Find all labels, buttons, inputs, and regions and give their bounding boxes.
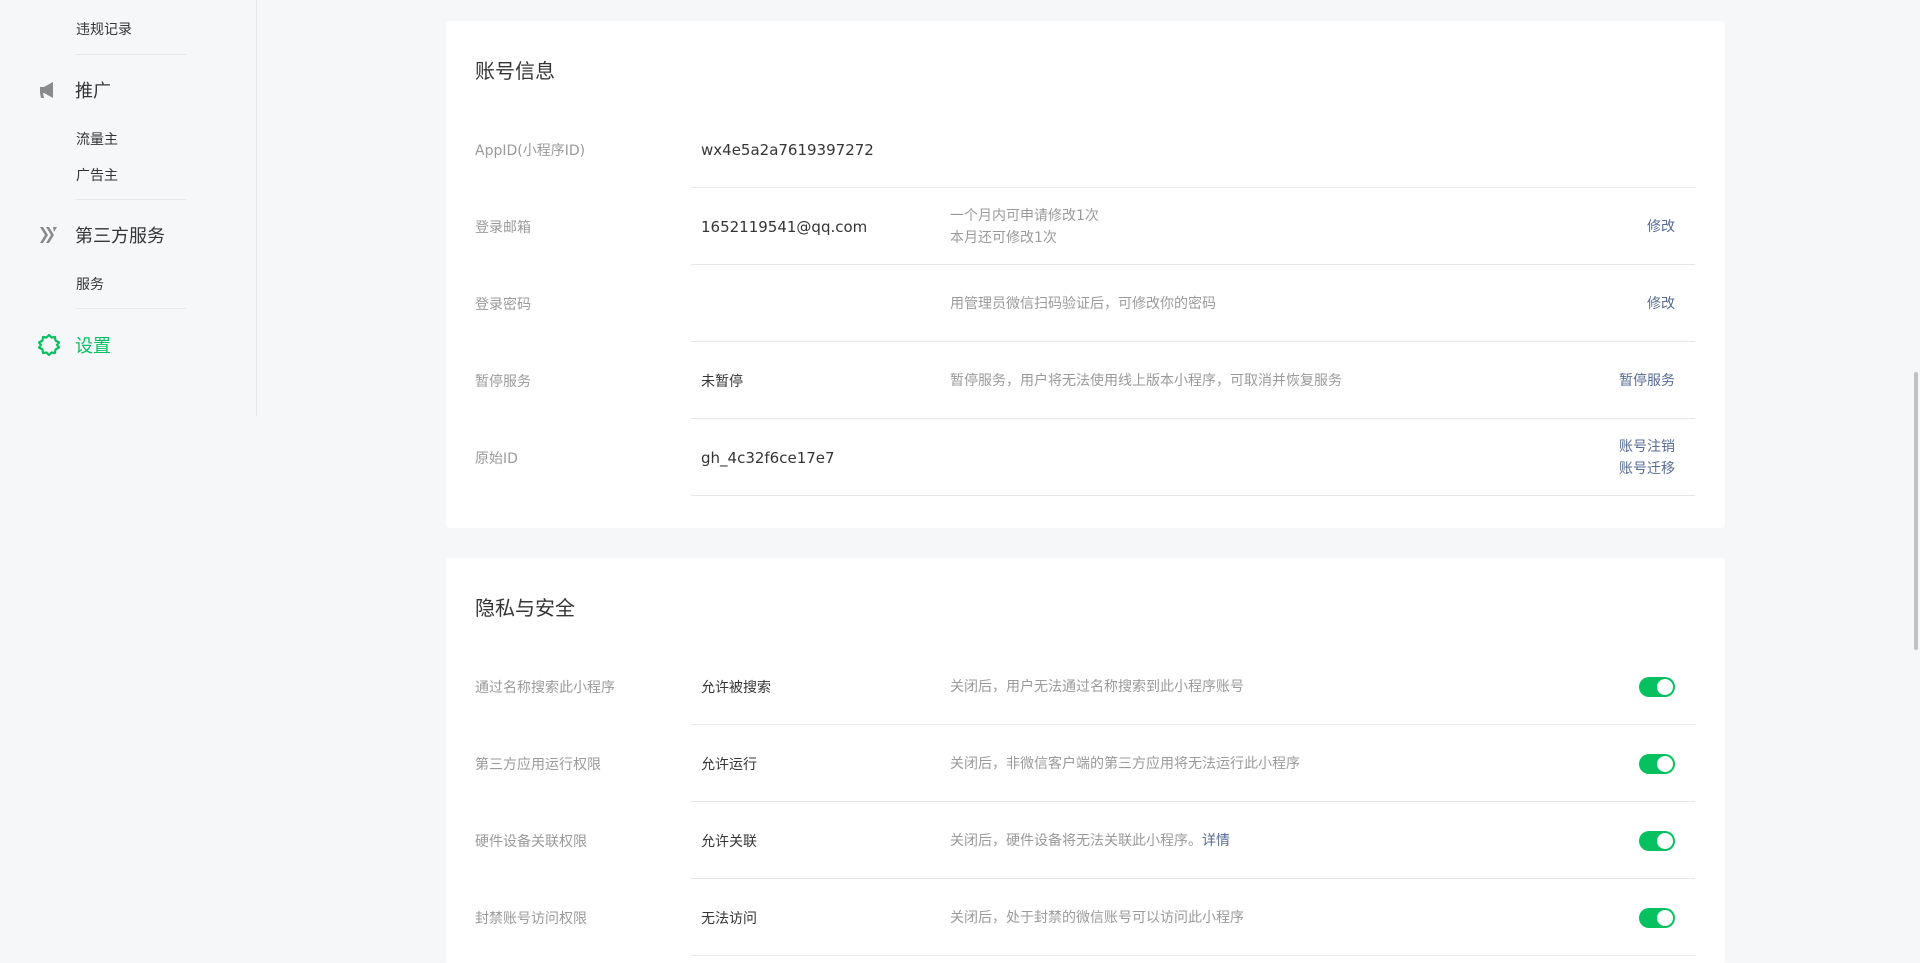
row-label: 登录密码 <box>475 296 531 313</box>
search-by-name-toggle[interactable] <box>1639 676 1675 697</box>
sidebar-item-traffic-owner[interactable]: 流量主 <box>76 129 118 149</box>
row-description: 关闭后，非微信客户端的第三方应用将无法运行此小程序 <box>950 755 1300 772</box>
details-link[interactable]: 详情 <box>1202 833 1230 849</box>
appid-value: wx4e5a2a7619397272 <box>701 140 874 159</box>
sidebar-item-violation-records[interactable]: 违规记录 <box>76 19 132 39</box>
third-party-run-toggle[interactable] <box>1639 753 1675 774</box>
row-value: 允许运行 <box>701 756 757 773</box>
toggle-knob <box>1657 832 1673 849</box>
privacy-security-card: 隐私与安全 通过名称搜索此小程序 允许被搜索 关闭后，用户无法通过名称搜索到此小… <box>446 558 1725 963</box>
row-banned-access: 封禁账号访问权限 无法访问 关闭后，处于封禁的微信账号可以访问此小程序 <box>446 879 1725 956</box>
account-cancel-link[interactable]: 账号注销 <box>1619 436 1675 458</box>
row-description: 关闭后，硬件设备将无法关联此小程序。详情 <box>950 830 1230 852</box>
card-title: 隐私与安全 <box>475 596 575 620</box>
account-info-card: 账号信息 AppID(小程序ID) wx4e5a2a7619397272 登录邮… <box>446 21 1725 528</box>
toggle-knob <box>1657 678 1673 695</box>
row-description: 关闭后，处于封禁的微信账号可以访问此小程序 <box>950 909 1244 926</box>
row-label: 原始ID <box>475 450 518 467</box>
sidebar-item-advertiser[interactable]: 广告主 <box>76 165 118 185</box>
toggle-knob <box>1657 755 1673 772</box>
scrollbar-thumb[interactable] <box>1914 372 1918 650</box>
banned-access-toggle[interactable] <box>1639 907 1675 928</box>
account-migrate-link[interactable]: 账号迁移 <box>1619 458 1675 480</box>
row-description: 用管理员微信扫码验证后，可修改你的密码 <box>950 295 1216 312</box>
sidebar-divider <box>76 54 186 55</box>
row-value: 允许关联 <box>701 833 757 850</box>
description-line: 一个月内可申请修改1次 <box>950 207 1099 224</box>
sidebar-group-label: 推广 <box>75 81 111 102</box>
row-value: 允许被搜索 <box>701 679 771 696</box>
hardware-link-toggle[interactable] <box>1639 830 1675 851</box>
row-divider <box>691 955 1695 956</box>
description-line: 本月还可修改1次 <box>950 229 1057 246</box>
row-divider <box>691 495 1695 496</box>
modify-password-link[interactable]: 修改 <box>1647 293 1675 315</box>
sidebar-group-settings[interactable]: 设置 <box>38 332 111 358</box>
row-value: 无法访问 <box>701 910 757 927</box>
row-login-password: 登录密码 用管理员微信扫码验证后，可修改你的密码 修改 <box>446 265 1725 342</box>
sidebar-group-label: 设置 <box>75 336 111 357</box>
suspend-status-value: 未暂停 <box>701 373 743 390</box>
row-appid: AppID(小程序ID) wx4e5a2a7619397272 <box>446 111 1725 188</box>
row-description: 暂停服务，用户将无法使用线上版本小程序，可取消并恢复服务 <box>950 372 1342 389</box>
row-search-by-name: 通过名称搜索此小程序 允许被搜索 关闭后，用户无法通过名称搜索到此小程序账号 <box>446 648 1725 725</box>
toggle-knob <box>1657 909 1673 926</box>
row-description: 关闭后，用户无法通过名称搜索到此小程序账号 <box>950 678 1244 695</box>
row-label: 第三方应用运行权限 <box>475 756 601 773</box>
original-id-actions: 账号注销 账号迁移 <box>1619 436 1675 480</box>
row-suspend-service: 暂停服务 未暂停 暂停服务，用户将无法使用线上版本小程序，可取消并恢复服务 暂停… <box>446 342 1725 419</box>
suspend-service-link[interactable]: 暂停服务 <box>1619 370 1675 392</box>
sidebar-group-label: 第三方服务 <box>75 226 165 247</box>
row-label: 暂停服务 <box>475 373 531 390</box>
sidebar-divider <box>76 199 186 200</box>
row-label: 封禁账号访问权限 <box>475 910 587 927</box>
row-description: 一个月内可申请修改1次 本月还可修改1次 <box>950 205 1099 249</box>
row-original-id: 原始ID gh_4c32f6ce17e7 账号注销 账号迁移 <box>446 419 1725 496</box>
row-label: 通过名称搜索此小程序 <box>475 679 615 696</box>
description-text: 关闭后，硬件设备将无法关联此小程序。 <box>950 832 1202 849</box>
megaphone-icon <box>38 79 60 101</box>
sidebar-divider <box>76 308 186 309</box>
sidebar-item-service[interactable]: 服务 <box>76 274 104 294</box>
row-label: 硬件设备关联权限 <box>475 833 587 850</box>
row-label: AppID(小程序ID) <box>475 142 586 159</box>
modify-email-link[interactable]: 修改 <box>1647 216 1675 238</box>
row-login-email: 登录邮箱 1652119541@qq.com 一个月内可申请修改1次 本月还可修… <box>446 188 1725 265</box>
row-hardware-link: 硬件设备关联权限 允许关联 关闭后，硬件设备将无法关联此小程序。详情 <box>446 802 1725 879</box>
gear-icon <box>38 334 60 356</box>
sidebar-group-promotion[interactable]: 推广 <box>38 77 111 103</box>
sidebar: 违规记录 推广 流量主 广告主 第三方服务 服务 设置 <box>0 0 257 416</box>
original-id-value: gh_4c32f6ce17e7 <box>701 448 835 467</box>
card-title: 账号信息 <box>475 59 555 83</box>
page-scrollbar[interactable] <box>1912 0 1920 963</box>
third-party-icon <box>38 224 60 246</box>
sidebar-group-third-party[interactable]: 第三方服务 <box>38 222 165 248</box>
row-third-party-run: 第三方应用运行权限 允许运行 关闭后，非微信客户端的第三方应用将无法运行此小程序 <box>446 725 1725 802</box>
email-value: 1652119541@qq.com <box>701 217 868 236</box>
row-label: 登录邮箱 <box>475 219 531 236</box>
